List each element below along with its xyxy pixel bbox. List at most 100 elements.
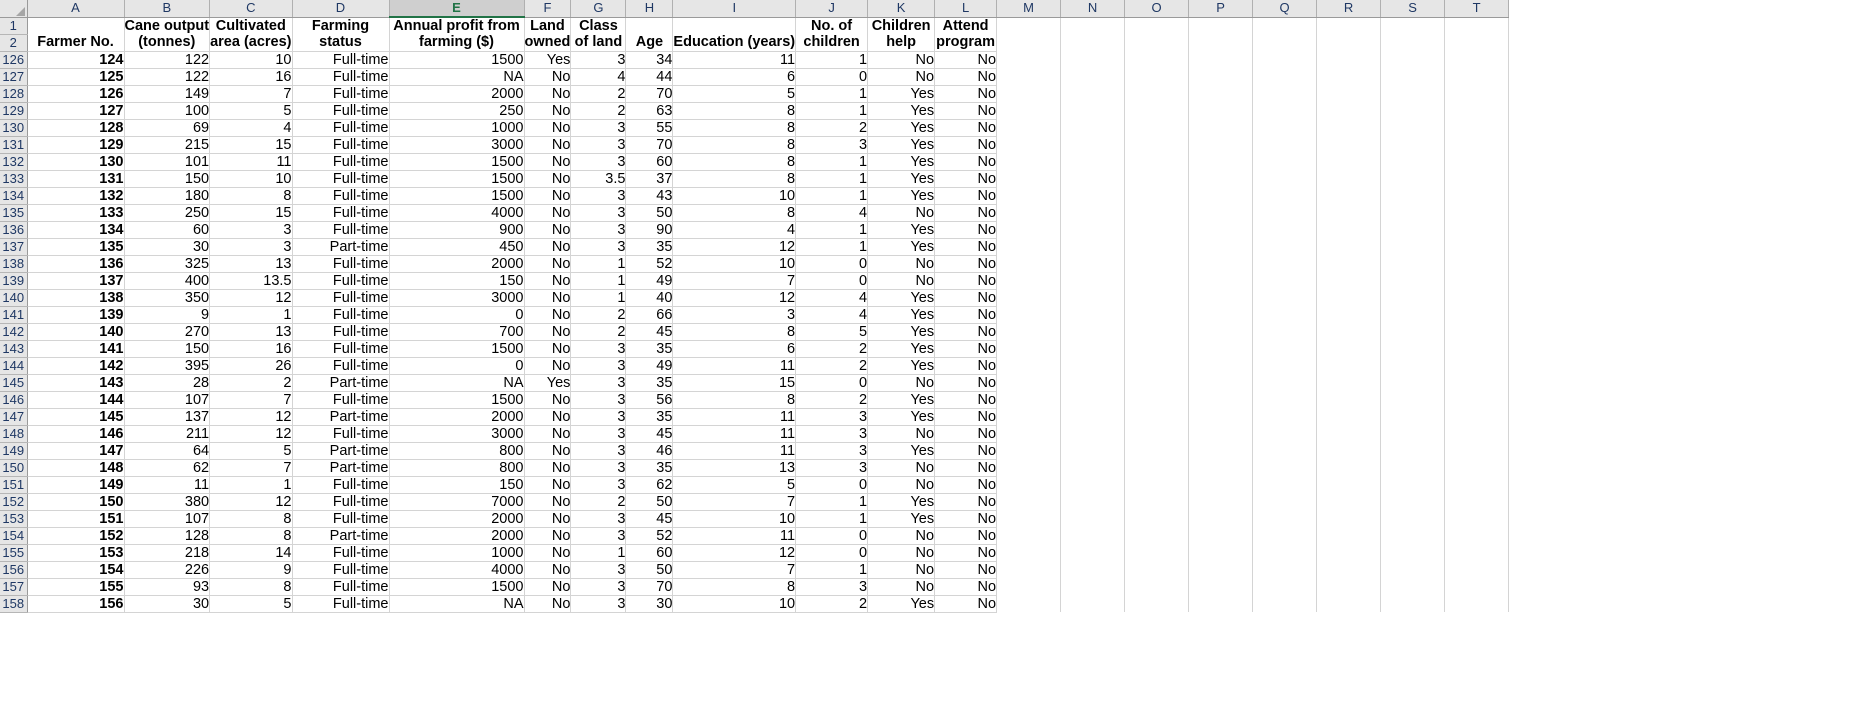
cell-c135[interactable]: 15	[209, 204, 293, 222]
cell-f144[interactable]: No	[524, 357, 572, 375]
empty-cell-q143[interactable]	[1252, 340, 1318, 357]
cell-j136[interactable]: 1	[795, 221, 869, 239]
cell-b137[interactable]: 30	[124, 238, 211, 256]
cell-h132[interactable]: 60	[625, 153, 674, 171]
empty-cell-r152[interactable]	[1316, 493, 1382, 510]
empty-cell-o133[interactable]	[1124, 170, 1190, 187]
empty-cell-o130[interactable]	[1124, 119, 1190, 136]
empty-cell-r129[interactable]	[1316, 102, 1382, 119]
empty-cell-o128[interactable]	[1124, 85, 1190, 102]
empty-cell-s144[interactable]	[1380, 357, 1446, 374]
empty-cell-p130[interactable]	[1188, 119, 1254, 136]
empty-cell-q146[interactable]	[1252, 391, 1318, 408]
cell-e144[interactable]: 0	[389, 357, 525, 375]
empty-cell-m137[interactable]	[996, 238, 1062, 255]
cell-l136[interactable]: No	[934, 221, 998, 239]
cell-l142[interactable]: No	[934, 323, 998, 341]
cell-l134[interactable]: No	[934, 187, 998, 205]
empty-cell-s154[interactable]	[1380, 527, 1446, 544]
cell-i134[interactable]: 10	[672, 187, 797, 205]
cell-h128[interactable]: 70	[625, 85, 674, 103]
cell-b150[interactable]: 62	[124, 459, 211, 477]
cell-b130[interactable]: 69	[124, 119, 211, 137]
empty-cell-o155[interactable]	[1124, 544, 1190, 561]
cell-b139[interactable]: 400	[124, 272, 211, 290]
cell-d149[interactable]: Part-time	[292, 442, 390, 460]
cell-b142[interactable]: 270	[124, 323, 211, 341]
cell-i151[interactable]: 5	[672, 476, 797, 494]
cell-l154[interactable]: No	[934, 527, 998, 545]
row-header-2[interactable]: 2	[0, 34, 28, 52]
cell-b141[interactable]: 9	[124, 306, 211, 324]
empty-cell-s135[interactable]	[1380, 204, 1446, 221]
cell-e155[interactable]: 1000	[389, 544, 525, 562]
empty-cell-o131[interactable]	[1124, 136, 1190, 153]
cell-k126[interactable]: No	[867, 51, 936, 69]
empty-cell-r2[interactable]	[1316, 34, 1382, 51]
row-header-126[interactable]: 126	[0, 51, 28, 69]
cell-a148[interactable]: 146	[27, 425, 125, 443]
cell-b157[interactable]: 93	[124, 578, 211, 596]
empty-cell-p134[interactable]	[1188, 187, 1254, 204]
empty-cell-t130[interactable]	[1444, 119, 1510, 136]
column-header-l[interactable]: L	[934, 0, 998, 18]
row-header-132[interactable]: 132	[0, 153, 28, 171]
cell-l130[interactable]: No	[934, 119, 998, 137]
cell-g157[interactable]: 3	[570, 578, 627, 596]
cell-f152[interactable]: No	[524, 493, 572, 511]
cell-i132[interactable]: 8	[672, 153, 797, 171]
row-header-127[interactable]: 127	[0, 68, 28, 86]
row-header-151[interactable]: 151	[0, 476, 28, 494]
empty-cell-q139[interactable]	[1252, 272, 1318, 289]
cell-e149[interactable]: 800	[389, 442, 525, 460]
header-cell-a2[interactable]: Farmer No.	[27, 34, 125, 52]
empty-cell-s153[interactable]	[1380, 510, 1446, 527]
empty-cell-r158[interactable]	[1316, 595, 1382, 612]
cell-f132[interactable]: No	[524, 153, 572, 171]
cell-a128[interactable]: 126	[27, 85, 125, 103]
empty-cell-m130[interactable]	[996, 119, 1062, 136]
cell-i149[interactable]: 11	[672, 442, 797, 460]
cell-k149[interactable]: Yes	[867, 442, 936, 460]
cell-k132[interactable]: Yes	[867, 153, 936, 171]
header-cell-h2[interactable]: Age	[625, 34, 674, 52]
cell-a129[interactable]: 127	[27, 102, 125, 120]
empty-cell-o152[interactable]	[1124, 493, 1190, 510]
cell-j134[interactable]: 1	[795, 187, 869, 205]
column-header-t[interactable]: T	[1444, 0, 1510, 18]
cell-b145[interactable]: 28	[124, 374, 211, 392]
cell-g132[interactable]: 3	[570, 153, 627, 171]
column-header-p[interactable]: P	[1188, 0, 1254, 18]
cell-i157[interactable]: 8	[672, 578, 797, 596]
cell-d142[interactable]: Full-time	[292, 323, 390, 341]
cell-g143[interactable]: 3	[570, 340, 627, 358]
cell-a132[interactable]: 130	[27, 153, 125, 171]
cell-k130[interactable]: Yes	[867, 119, 936, 137]
cell-d134[interactable]: Full-time	[292, 187, 390, 205]
cell-c144[interactable]: 26	[209, 357, 293, 375]
cell-h154[interactable]: 52	[625, 527, 674, 545]
cell-k140[interactable]: Yes	[867, 289, 936, 307]
empty-cell-n136[interactable]	[1060, 221, 1126, 238]
cell-e150[interactable]: 800	[389, 459, 525, 477]
cell-f134[interactable]: No	[524, 187, 572, 205]
cell-c139[interactable]: 13.5	[209, 272, 293, 290]
cell-e139[interactable]: 150	[389, 272, 525, 290]
column-header-n[interactable]: N	[1060, 0, 1126, 18]
cell-c136[interactable]: 3	[209, 221, 293, 239]
empty-cell-q137[interactable]	[1252, 238, 1318, 255]
cell-e126[interactable]: 1500	[389, 51, 525, 69]
cell-g144[interactable]: 3	[570, 357, 627, 375]
column-header-m[interactable]: M	[996, 0, 1062, 18]
cell-g158[interactable]: 3	[570, 595, 627, 613]
cell-g146[interactable]: 3	[570, 391, 627, 409]
empty-cell-o150[interactable]	[1124, 459, 1190, 476]
empty-cell-q144[interactable]	[1252, 357, 1318, 374]
empty-cell-m134[interactable]	[996, 187, 1062, 204]
empty-cell-s138[interactable]	[1380, 255, 1446, 272]
cell-a136[interactable]: 134	[27, 221, 125, 239]
empty-cell-m150[interactable]	[996, 459, 1062, 476]
cell-e152[interactable]: 7000	[389, 493, 525, 511]
empty-cell-t140[interactable]	[1444, 289, 1510, 306]
cell-b152[interactable]: 380	[124, 493, 211, 511]
